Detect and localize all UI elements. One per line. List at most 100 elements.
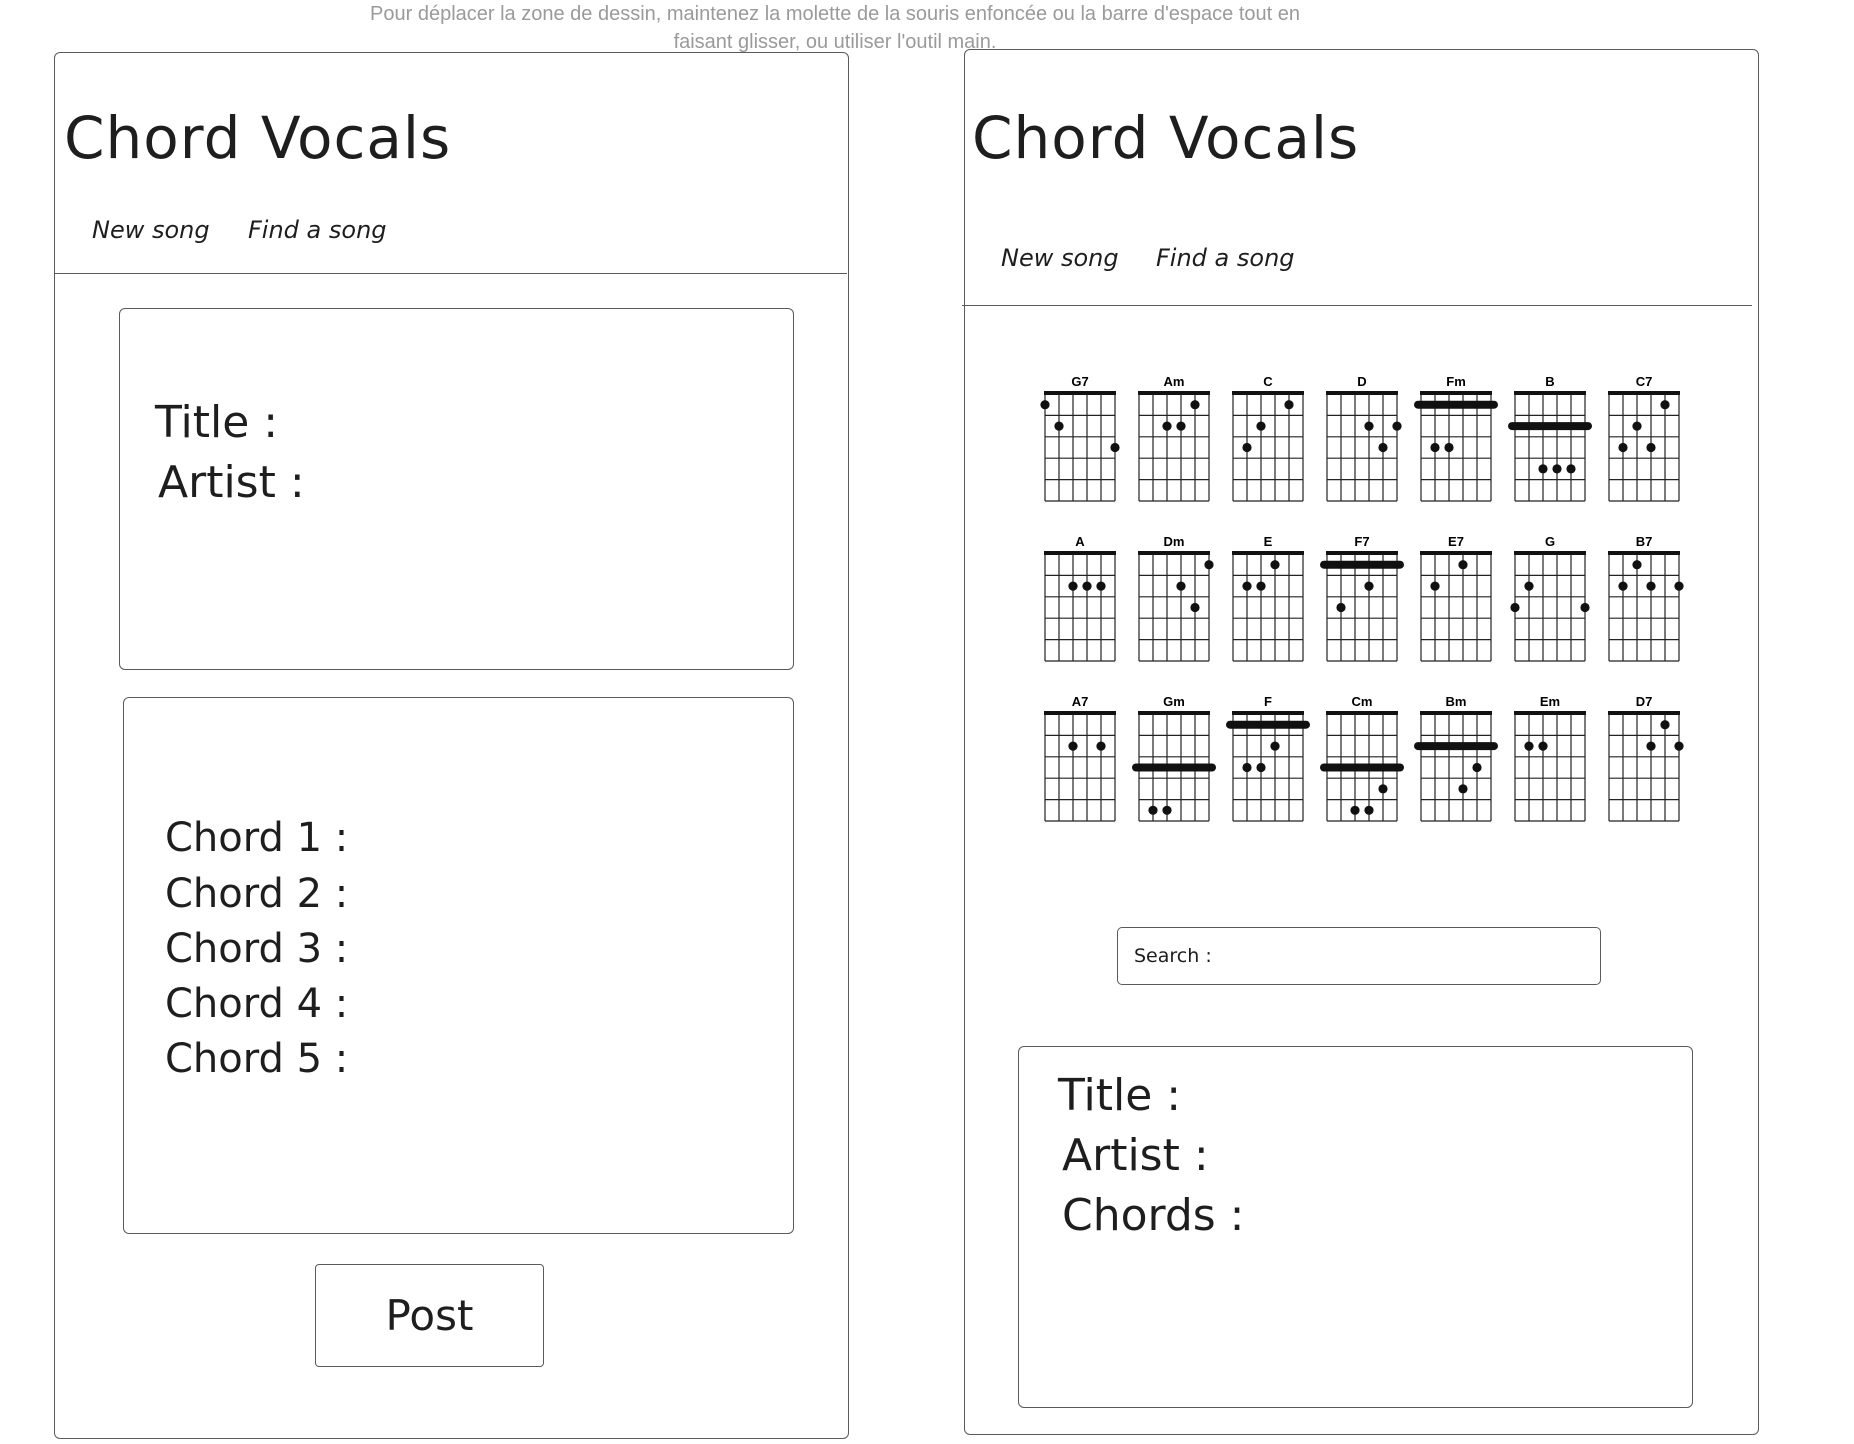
chord-finger-dot [1378,442,1388,453]
chord-diagram-gm: Gm [1132,694,1216,822]
chord-finger-dot [1632,560,1642,570]
chord-finger-dot [1364,581,1374,591]
chord-nut [1138,551,1210,555]
chord-diagram-b7: B7 [1608,534,1684,662]
chord-diagram-dm: Dm [1138,534,1214,662]
chord-finger-dot [1242,762,1252,773]
chord-finger-dot [1566,464,1576,474]
chord-finger-dot [1632,421,1642,431]
chord-name-label: A7 [1072,694,1089,709]
chord-finger-dot [1618,442,1628,453]
chord-nut [1420,551,1492,555]
chord-diagram-a: A [1044,534,1116,662]
chord-diagram-e7: E7 [1420,534,1492,662]
chord-nut [1232,711,1304,715]
chord-name-label: D7 [1636,694,1653,709]
chord-finger-dot [1580,602,1590,613]
nav-new-song-link[interactable]: New song [92,216,210,244]
chord-finger-dot [1082,581,1092,591]
chord-diagrams-svg: G7 Am C D Fm B C7 A Dm E F7 E7 G B7 A7 Gm F Cm Bm Em D7 [1040,374,1684,822]
header-divider-right [962,305,1752,306]
chord-name-label: C7 [1636,374,1653,389]
chord-diagram-b: B [1508,374,1592,502]
result-artist-label: Artist : [1062,1130,1209,1181]
chord-nut [1326,391,1398,395]
chord-nut [1138,711,1210,715]
chord-finger-dot [1524,581,1534,591]
chord-finger-dot [1284,400,1294,410]
chord-finger-dot [1618,581,1628,591]
chord-diagram-d: D [1326,374,1402,502]
chord-4-label: Chord 4 : [165,981,349,1027]
chord-nut [1232,391,1304,395]
chord-finger-dot [1660,720,1670,730]
chord-finger-dot [1674,581,1684,591]
chord-finger-dot [1472,762,1482,773]
app-title-right: Chord Vocals [972,104,1360,172]
chord-finger-dot [1660,400,1670,410]
chord-finger-dot [1538,464,1548,474]
chord-finger-dot [1430,442,1440,453]
chord-finger-dot [1176,421,1186,431]
artist-label: Artist : [158,457,305,508]
chord-diagram-f: F [1226,694,1310,822]
chord-finger-dot [1242,581,1252,591]
search-box[interactable]: Search : [1117,927,1601,985]
result-chords-label: Chords : [1062,1190,1245,1241]
chord-finger-dot [1444,442,1454,453]
chord-diagram-c: C [1232,374,1304,502]
chord-diagram-g7: G7 [1040,374,1120,502]
chord-diagram-f7: F7 [1320,534,1404,662]
chord-name-label: Am [1164,374,1185,389]
chord-name-label: G [1545,534,1555,549]
chord-nut [1326,551,1398,555]
chord-1-label: Chord 1 : [165,815,349,861]
chord-name-label: Gm [1163,694,1185,709]
chord-nut [1232,551,1304,555]
chord-finger-dot [1068,741,1078,751]
chord-name-label: Dm [1164,534,1185,549]
title-label: Title : [155,397,279,448]
chord-diagram-grid: G7 Am C D Fm B C7 A Dm E F7 E7 G B7 A7 Gm F Cm Bm Em D7 [1035,370,1695,830]
chord-name-label: F7 [1354,534,1369,549]
chord-name-label: E7 [1448,534,1464,549]
post-button[interactable]: Post [315,1264,544,1367]
header-divider [55,273,847,274]
chord-diagram-d7: D7 [1608,694,1684,822]
chord-finger-dot [1162,805,1172,815]
chord-nut [1608,711,1680,715]
search-input[interactable] [1217,944,1600,968]
chord-finger-dot [1364,421,1374,431]
nav-find-song-link-right[interactable]: Find a song [1156,244,1295,272]
chord-finger-dot [1096,581,1106,591]
chord-finger-dot [1054,421,1064,431]
chord-diagram-g: G [1510,534,1590,662]
chord-finger-dot [1190,602,1200,613]
chord-finger-dot [1350,805,1360,815]
chord-finger-dot [1552,464,1562,474]
chord-nut [1514,551,1586,555]
nav-new-song-link-right[interactable]: New song [1001,244,1119,272]
chord-diagram-cm: Cm [1320,694,1404,822]
result-title-label: Title : [1058,1070,1182,1121]
search-label: Search : [1134,945,1212,967]
nav-find-song-link[interactable]: Find a song [248,216,387,244]
chord-diagram-em: Em [1514,694,1586,822]
chord-finger-dot [1646,581,1656,591]
chord-name-label: Em [1540,694,1560,709]
chord-nut [1420,391,1492,395]
chord-nut [1044,711,1116,715]
chord-name-label: B [1545,374,1554,389]
chord-name-label: G7 [1071,374,1088,389]
chord-finger-dot [1040,400,1050,410]
chord-finger-dot [1458,784,1468,794]
chord-finger-dot [1110,442,1120,453]
chord-3-label: Chord 3 : [165,926,349,972]
chord-name-label: C [1263,374,1273,389]
chord-finger-dot [1674,741,1684,751]
chord-2-label: Chord 2 : [165,871,349,917]
chord-finger-dot [1256,421,1266,431]
chord-finger-dot [1190,400,1200,410]
chord-name-label: E [1264,534,1273,549]
chord-name-label: Bm [1446,694,1467,709]
